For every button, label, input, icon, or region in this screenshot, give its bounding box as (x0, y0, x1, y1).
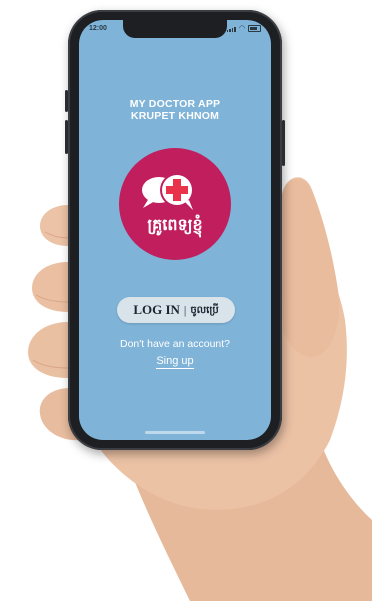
app-logo-text: គ្រូពេទ្យខ្ញុំ (147, 214, 202, 238)
signup-link[interactable]: Sing up (156, 355, 194, 369)
hand-finger-1 (40, 205, 68, 246)
app-title-line2: KRUPET KHNOM (130, 110, 220, 122)
signal-icon (226, 26, 236, 32)
battery-icon (248, 25, 261, 32)
phone-side-button (65, 120, 68, 154)
wifi-icon: ◠ (238, 24, 245, 32)
login-separator: | (183, 302, 187, 317)
status-bar: 12:00 ◠ (79, 20, 271, 38)
phone-side-button (65, 90, 68, 112)
login-label-khmer: ចូលប្រើ (190, 304, 219, 316)
no-account-prompt: Don't have an account? (120, 338, 230, 350)
chat-medical-cross-icon: គ្រូពេទ្យខ្ញុំ (142, 173, 203, 238)
app-title: MY DOCTOR APP KRUPET KHNOM (79, 98, 271, 122)
hand-finger-3 (28, 322, 68, 378)
status-time: 12:00 (89, 25, 107, 32)
login-label: LOG IN (133, 302, 180, 317)
login-button[interactable]: LOG IN | ចូលប្រើ (117, 297, 235, 323)
app-logo: គ្រូពេទ្យខ្ញុំ (119, 148, 231, 260)
app-title-line1: MY DOCTOR APP (129, 98, 221, 110)
photo-scene: 12:00 ◠ MY DOCTOR APP KRUPET KHNOM គ្រូព… (0, 0, 372, 601)
app-screen: 12:00 ◠ MY DOCTOR APP KRUPET KHNOM គ្រូព… (79, 20, 271, 440)
home-indicator[interactable] (145, 431, 205, 434)
signup-link-wrap: Sing up (79, 355, 271, 369)
hand-finger-2 (32, 262, 68, 312)
hand-thumb (282, 179, 340, 358)
phone-power-button (282, 120, 285, 166)
status-icons: ◠ (226, 24, 261, 32)
